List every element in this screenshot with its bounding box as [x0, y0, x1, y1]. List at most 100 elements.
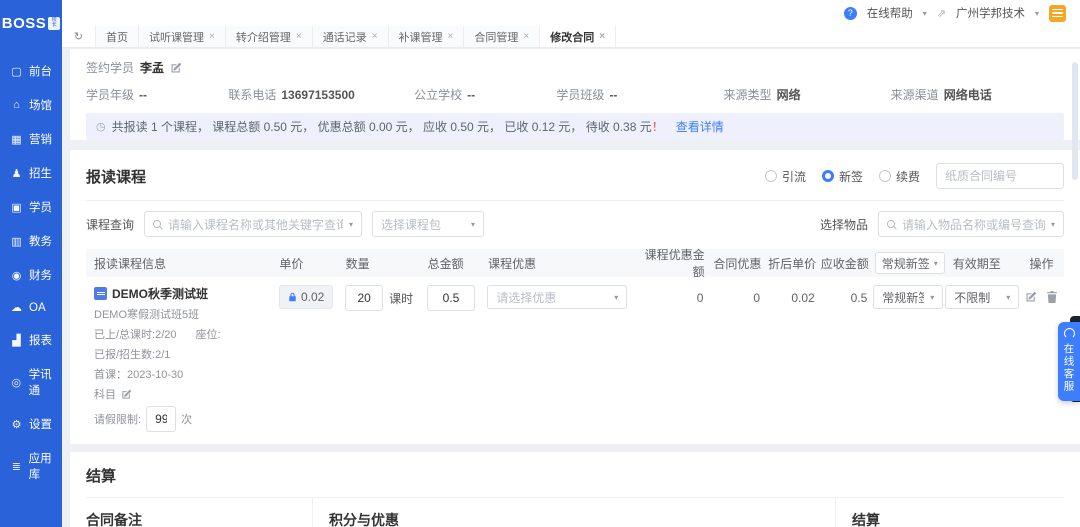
total-input[interactable] [427, 285, 475, 311]
tab-edit-contract[interactable]: 修改合同 × [540, 26, 616, 47]
logo-badge: 校长 [48, 17, 60, 30]
contract-remarks-column: 合同备注 [86, 498, 313, 527]
view-details-link[interactable]: 查看详情 [676, 118, 724, 135]
operation-cell [1019, 285, 1064, 306]
settings-icon: ⚙ [10, 418, 23, 431]
sidebar-item-caiwu[interactable]: ◉财务 [0, 258, 62, 292]
tab-call-records[interactable]: 通话记录× [313, 26, 389, 47]
venue-icon: ⌂ [10, 99, 23, 111]
refresh-icon[interactable]: ↻ [62, 26, 96, 47]
sidebar-item-yingxiao[interactable]: ▦营销 [0, 122, 62, 156]
sidebar-item-qiantai[interactable]: ▢前台 [0, 54, 62, 88]
goods-select[interactable]: 请输入物品名称或编号查询▾ [878, 211, 1064, 237]
quantity-input[interactable] [345, 285, 383, 311]
customer-service-button[interactable]: 在线客服 [1058, 322, 1080, 401]
online-help-menu[interactable]: 在线帮助 [867, 5, 913, 21]
sidebar-item-jiaowu[interactable]: ▥教务 [0, 224, 62, 258]
paper-contract-no-input[interactable] [936, 163, 1064, 189]
fullscreen-icon[interactable]: ⇗ [937, 7, 946, 20]
field-value: 网络电话 [944, 86, 992, 103]
locked-price: 0.02 [279, 285, 333, 309]
field-value: 13697153500 [281, 88, 354, 102]
tab-label: 试听课管理 [149, 29, 204, 45]
course-discount-select[interactable]: 请选择优惠▾ [487, 285, 627, 309]
field-value: -- [609, 88, 617, 102]
chevron-down-icon: ▾ [349, 220, 353, 229]
radio-xufei[interactable]: 续费 [879, 168, 920, 185]
sidebar-item-oa[interactable]: ☁OA [0, 292, 62, 323]
col-unit-price: 单价 [279, 255, 345, 272]
row-sign-type-select[interactable]: 常规新签▾ [873, 285, 943, 309]
col-validity: 有效期至 [945, 255, 1019, 272]
close-icon[interactable]: × [209, 31, 215, 42]
delete-row-icon[interactable] [1046, 291, 1058, 303]
quantity-unit: 课时 [389, 290, 413, 307]
avatar[interactable] [1049, 5, 1066, 22]
page-content: 签约学员 李孟 学员年级-- 联系电话13697153500 公立学校-- 学员… [62, 49, 1080, 527]
edit-subject-icon[interactable] [121, 389, 132, 400]
field-grade: 学员年级-- [86, 86, 228, 103]
radio-xinqian[interactable]: 新签 [822, 168, 863, 185]
logo-text: BOSS [2, 15, 47, 32]
class-name: DEMO寒假测试班5班 [94, 306, 279, 322]
report-icon: ▟ [10, 334, 23, 347]
edit-row-icon[interactable] [1025, 291, 1037, 303]
select-placeholder: 选择课程包 [381, 216, 465, 233]
leave-limit-input[interactable] [146, 406, 176, 432]
notice-text: 共报读 1 个课程， 课程总额 0.50 元， 优惠总额 0.00 元， 应收 … [112, 118, 664, 135]
tab-contract-mgmt[interactable]: 合同管理 × [464, 26, 540, 47]
validity-select[interactable]: 不限制▾ [945, 285, 1019, 309]
sidebar-item-zhaosheng[interactable]: ♟招生 [0, 156, 62, 190]
total-cell [427, 285, 487, 311]
field-value: -- [139, 88, 147, 102]
sidebar-item-changguan[interactable]: ⌂场馆 [0, 88, 62, 122]
sidebar-item-xueyuan[interactable]: ▣学员 [0, 190, 62, 224]
summary-notice: ◷ 共报读 1 个课程， 课程总额 0.50 元， 优惠总额 0.00 元， 应… [86, 113, 1064, 140]
settlement-panel: 结算 合同备注 积分与优惠 合同优惠 优惠券 积分抵用 赠送账户 [70, 452, 1080, 527]
goods-label: 选择物品 [820, 216, 868, 233]
student-name: 李孟 [140, 59, 164, 76]
course-query-select[interactable]: 请输入课程名称或其他关键字查询▾ [144, 211, 362, 237]
seat-info: 座位: [196, 326, 221, 342]
discount-amount-value: 0 [633, 285, 709, 305]
header-sign-type-select[interactable]: 常规新签▾ [875, 252, 945, 274]
enroll-info: 已报/招生数:2/1 [94, 346, 279, 362]
sidebar-item-yingyongku[interactable]: ≣应用库 [0, 441, 62, 491]
discount-cell: 请选择优惠▾ [487, 285, 633, 309]
quantity-cell: 课时 [345, 285, 427, 311]
tab-referral[interactable]: 转介绍管理 × [226, 26, 313, 47]
radio-yinliu[interactable]: 引流 [765, 168, 806, 185]
close-icon[interactable]: × [448, 31, 454, 42]
close-icon[interactable]: × [599, 31, 605, 42]
company-menu[interactable]: 广州学邦技术 [956, 5, 1025, 21]
course-package-select[interactable]: 选择课程包▾ [372, 211, 484, 237]
tab-trial-course[interactable]: 试听课管理 × [139, 26, 226, 47]
contract-remarks-title: 合同备注 [86, 510, 298, 527]
radio-icon [765, 170, 777, 182]
course-info-cell: DEMO秋季测试班 DEMO寒假测试班5班 已上/总课时:2/20座位: 已报/… [86, 285, 279, 432]
col-course-discount: 课程优惠 [488, 255, 634, 272]
tab-home[interactable]: 首页 [96, 26, 139, 47]
academic-icon: ▥ [10, 235, 23, 248]
clock-icon: ◷ [96, 120, 106, 133]
sidebar-item-shezhi[interactable]: ⚙设置 [0, 407, 62, 441]
close-icon[interactable]: × [372, 31, 378, 42]
class-icon [94, 287, 107, 300]
sidebar-item-baobiao[interactable]: ▟报表 [0, 323, 62, 357]
sidebar-item-xuexuntong[interactable]: ◎学讯通 [0, 357, 62, 407]
chevron-down-icon: ▾ [1006, 293, 1010, 302]
close-icon[interactable]: × [296, 31, 302, 42]
radio-icon [822, 170, 834, 182]
course-section-title: 报读课程 [86, 166, 146, 187]
sidebar-menu: ▢前台 ⌂场馆 ▦营销 ♟招生 ▣学员 ▥教务 ◉财务 ☁OA ▟报表 ◎学讯通… [0, 54, 62, 491]
scrollbar-thumb[interactable] [1072, 62, 1078, 180]
summary-title: 结算 [852, 510, 1050, 527]
tab-label: 转介绍管理 [236, 29, 291, 45]
edit-student-icon[interactable] [170, 62, 182, 74]
points-promo-column: 积分与优惠 合同优惠 优惠券 积分抵用 赠送账户 满赠 内部优惠（满1个课程送2… [313, 498, 836, 527]
tab-label: 合同管理 [474, 29, 518, 45]
close-icon[interactable]: × [523, 31, 529, 42]
tab-label: 修改合同 [550, 29, 594, 45]
tab-makeup-class[interactable]: 补课管理× [389, 26, 465, 47]
col-quantity: 数量 [346, 255, 428, 272]
